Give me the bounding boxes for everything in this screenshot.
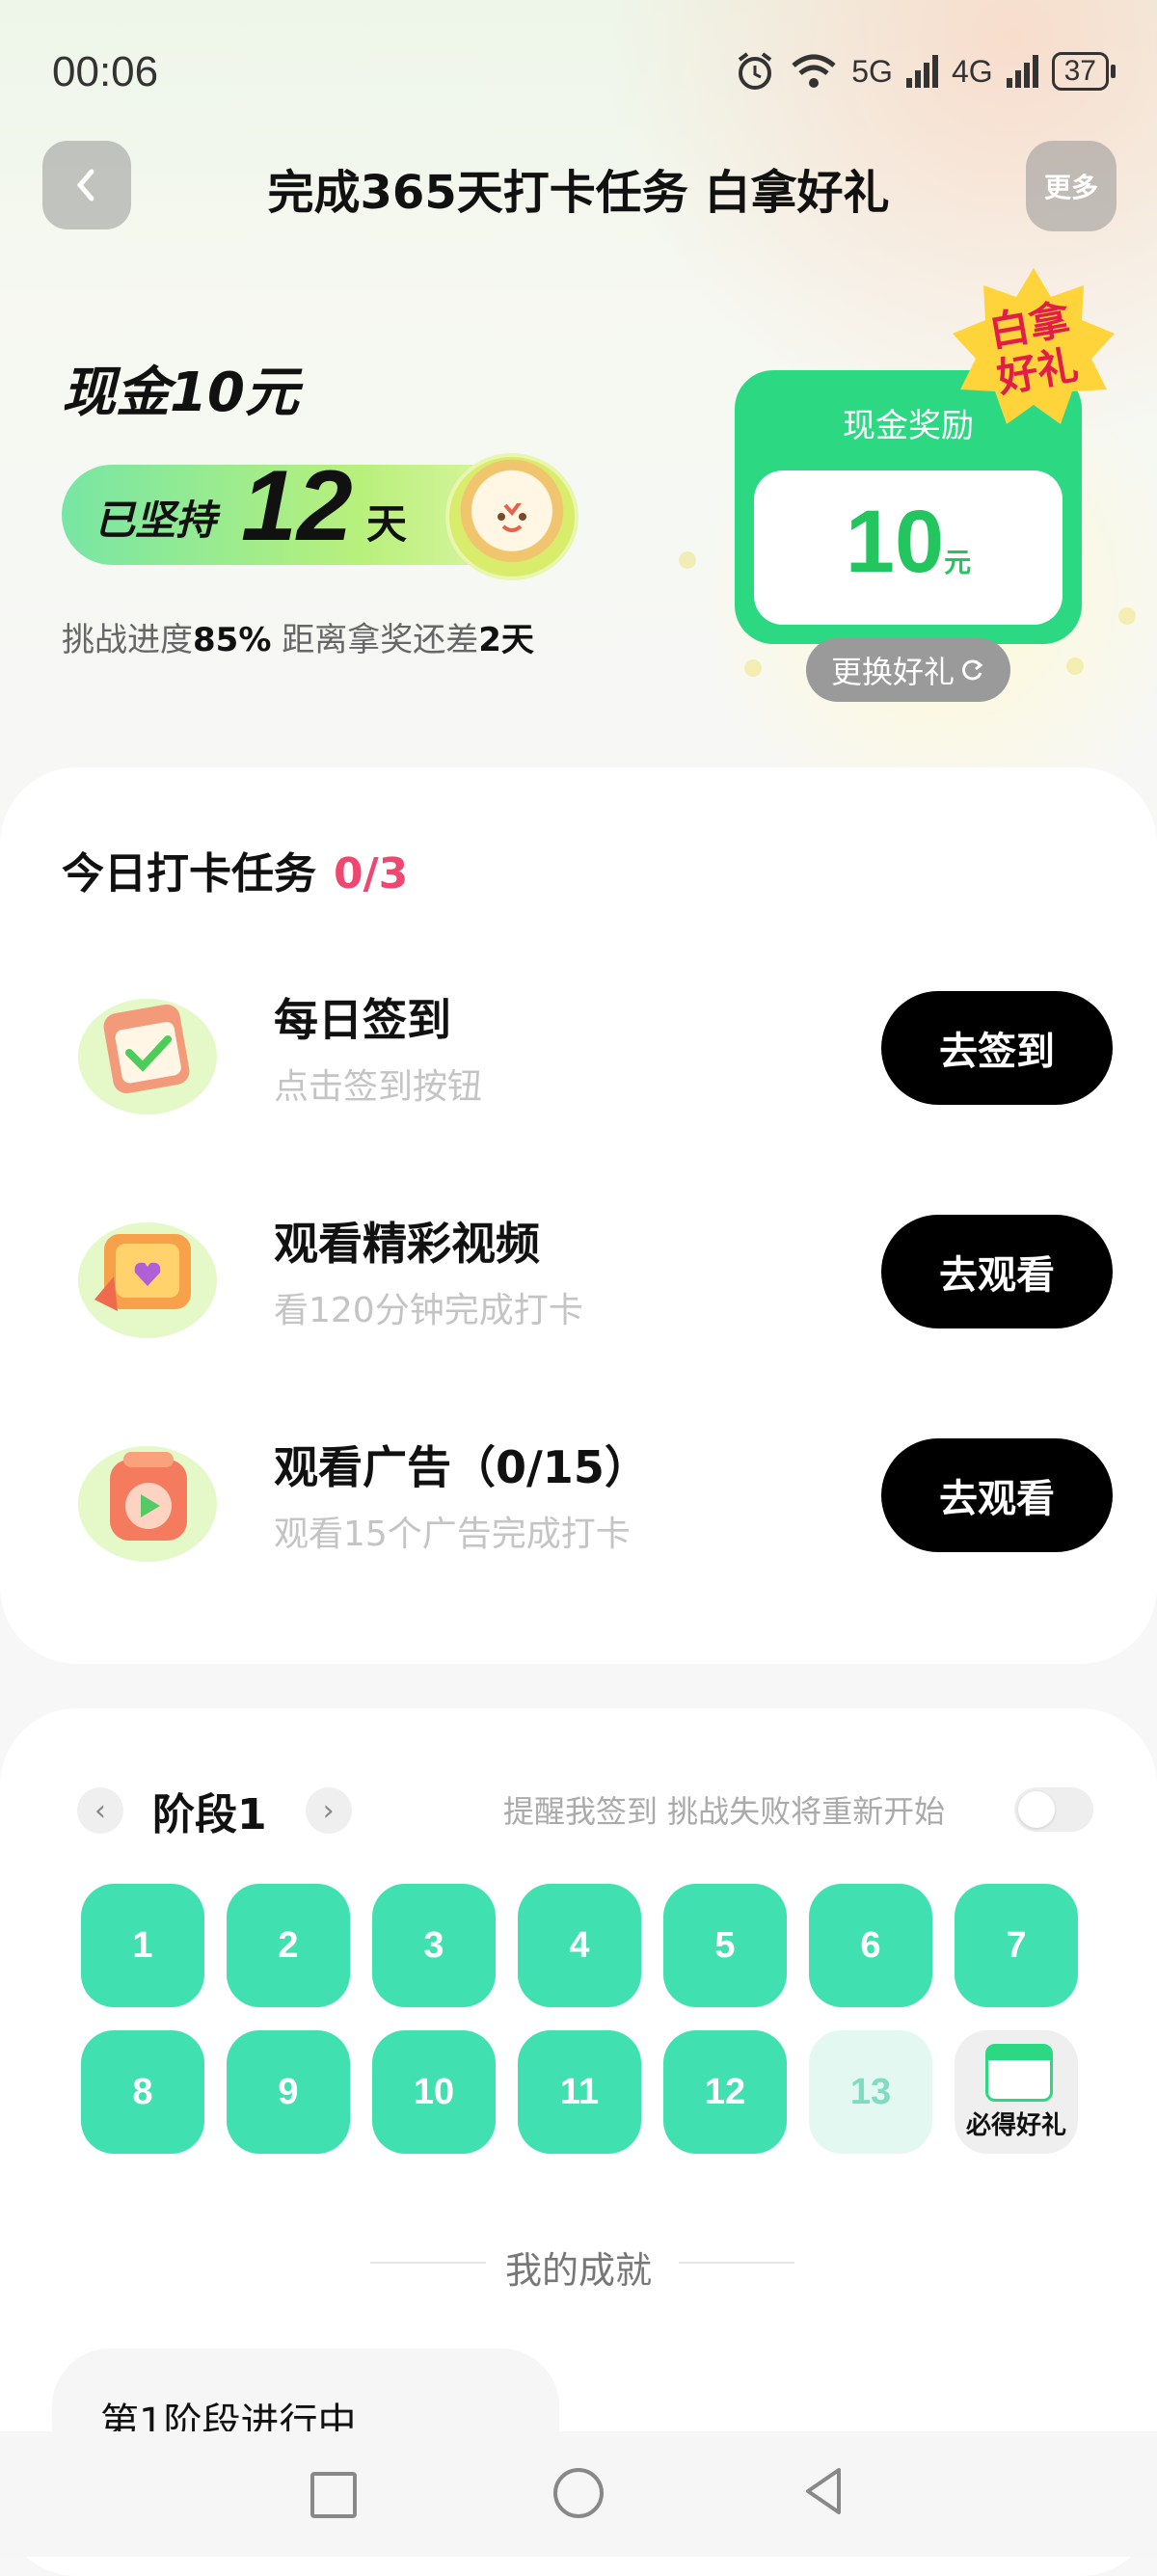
days-left: 2天 bbox=[478, 621, 534, 659]
day-tile[interactable]: 2 bbox=[227, 1884, 350, 2007]
sparkle-decoration bbox=[1118, 607, 1136, 625]
more-button[interactable]: 更多 bbox=[1026, 141, 1117, 231]
reward-value-box: 10元 bbox=[754, 470, 1063, 625]
progress-mid: 距离拿奖还差 bbox=[271, 621, 479, 659]
stage-label: 阶段1 bbox=[152, 1790, 267, 1839]
network-5g-label: 5G bbox=[851, 53, 893, 89]
status-time: 00:06 bbox=[52, 48, 159, 95]
task-row: 观看广告（0/15） 观看15个广告完成打卡 去观看 bbox=[0, 1408, 1157, 1581]
next-stage-button[interactable]: › bbox=[305, 1787, 352, 1834]
recent-apps-button[interactable] bbox=[310, 2472, 357, 2518]
streak-prefix: 已坚持 bbox=[94, 496, 217, 544]
cash-reward-title: 现金10元 bbox=[62, 362, 299, 424]
day-tile[interactable]: 7 bbox=[955, 1884, 1078, 2007]
day-tile[interactable]: 6 bbox=[809, 1884, 932, 2007]
task-desc: 点击签到按钮 bbox=[274, 1067, 483, 1107]
day-tile[interactable]: 8 bbox=[81, 2030, 204, 2154]
day-tile[interactable]: 10 bbox=[372, 2030, 496, 2154]
task-name: 观看广告（0/15） bbox=[274, 1441, 649, 1493]
task-row: 每日签到 点击签到按钮 去签到 bbox=[0, 960, 1157, 1134]
page-title: 完成365天打卡任务 白拿好礼 bbox=[267, 166, 890, 220]
prev-stage-button[interactable]: ‹ bbox=[77, 1787, 123, 1834]
tasks-title: 今日打卡任务 0/3 bbox=[62, 839, 408, 900]
achievements-title: 我的成就 bbox=[504, 2249, 652, 2292]
day-tile[interactable]: 9 bbox=[227, 2030, 350, 2154]
day-tile[interactable]: 5 bbox=[663, 1884, 787, 2007]
mascot-icon bbox=[445, 453, 578, 580]
daily-tasks-card: 今日打卡任务 0/3 每日签到 点击签到按钮 去签到 观看精彩视频 看120分钟完… bbox=[0, 767, 1157, 1664]
home-button[interactable] bbox=[553, 2468, 604, 2518]
task-name: 观看精彩视频 bbox=[274, 1218, 540, 1270]
gift-card-icon bbox=[985, 2044, 1053, 2102]
change-gift-button[interactable]: 更换好礼 bbox=[806, 638, 1010, 702]
sparkle-decoration bbox=[744, 659, 762, 677]
change-gift-label: 更换好礼 bbox=[830, 654, 955, 690]
status-bar: 00:06 5G 4G 37 bbox=[0, 0, 1157, 145]
ad-play-icon bbox=[78, 1446, 217, 1562]
wifi-icon bbox=[792, 54, 836, 88]
reward-value: 10元 bbox=[754, 492, 1063, 593]
day-tile[interactable]: 4 bbox=[518, 1884, 641, 2007]
reminder-text: 提醒我签到 挑战失败将重新开始 bbox=[503, 1793, 946, 1830]
reward-unit: 元 bbox=[944, 548, 972, 577]
free-gift-badge: 白拿 好礼 bbox=[947, 264, 1120, 438]
streak-days: 12 bbox=[241, 450, 353, 562]
back-nav-button[interactable] bbox=[802, 2466, 845, 2516]
tasks-count: 0/3 bbox=[334, 849, 409, 899]
sparkle-decoration bbox=[679, 551, 696, 569]
day-tile[interactable]: 11 bbox=[518, 2030, 641, 2154]
system-nav-bar bbox=[0, 2431, 1157, 2557]
reward-amount: 10 bbox=[845, 493, 945, 591]
task-name: 每日签到 bbox=[274, 994, 451, 1046]
watch-ads-button[interactable]: 去观看 bbox=[881, 1438, 1113, 1552]
task-desc: 观看15个广告完成打卡 bbox=[274, 1515, 631, 1554]
status-icons: 5G 4G 37 bbox=[734, 50, 1117, 93]
reminder-toggle[interactable] bbox=[1014, 1787, 1093, 1832]
stage-navigator: ‹ 阶段1 › bbox=[77, 1780, 352, 1841]
sign-in-button[interactable]: 去签到 bbox=[881, 991, 1113, 1105]
task-row: 观看精彩视频 看120分钟完成打卡 去观看 bbox=[0, 1184, 1157, 1357]
gift-label: 必得好礼 bbox=[965, 2111, 1066, 2140]
streak-suffix: 天 bbox=[366, 500, 408, 548]
refresh-icon bbox=[962, 659, 983, 681]
calendar-check-icon bbox=[78, 999, 217, 1114]
battery-icon: 37 bbox=[1051, 52, 1117, 91]
task-desc: 看120分钟完成打卡 bbox=[274, 1291, 583, 1330]
day-tile[interactable]: 1 bbox=[81, 1884, 204, 2007]
day-tile[interactable]: 12 bbox=[663, 2030, 787, 2154]
tasks-title-text: 今日打卡任务 bbox=[62, 849, 316, 899]
signal-icon bbox=[905, 55, 938, 88]
divider-line bbox=[679, 2262, 794, 2264]
network-4g-label: 4G bbox=[951, 53, 993, 89]
alarm-icon bbox=[739, 52, 772, 90]
gift-day-tile[interactable]: 必得好礼 bbox=[955, 2030, 1078, 2154]
signal-icon-2 bbox=[1006, 55, 1038, 88]
challenge-progress: 挑战进度85% 距离拿奖还差2天 bbox=[62, 613, 534, 660]
watch-video-button[interactable]: 去观看 bbox=[881, 1215, 1113, 1328]
progress-prefix: 挑战进度 bbox=[62, 621, 193, 659]
video-heart-icon bbox=[78, 1222, 217, 1338]
progress-percent: 85% bbox=[193, 621, 272, 659]
day-tile[interactable]: 13 bbox=[809, 2030, 932, 2154]
sparkle-decoration bbox=[1066, 657, 1084, 675]
day-tile[interactable]: 3 bbox=[372, 1884, 496, 2007]
